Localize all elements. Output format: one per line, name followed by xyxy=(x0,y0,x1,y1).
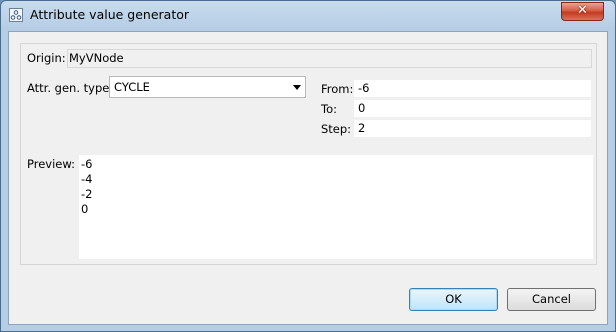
preview-value: -4 xyxy=(81,172,93,186)
to-label: To: xyxy=(321,102,337,116)
from-input[interactable]: -6 xyxy=(354,80,591,97)
attr-gen-type-select[interactable]: CYCLE xyxy=(109,76,306,98)
preview-label: Preview: xyxy=(27,157,76,171)
origin-field: MyVNode xyxy=(67,49,592,68)
dialog-window: Attribute value generator ✕ Origin: MyVN… xyxy=(0,0,616,332)
dialog-body: Origin: MyVNode Attr. gen. type: CYCLE F… xyxy=(8,31,608,325)
close-icon: ✕ xyxy=(577,3,588,18)
to-input[interactable]: 0 xyxy=(354,100,591,117)
close-button[interactable]: ✕ xyxy=(561,2,604,21)
title-bar[interactable]: Attribute value generator ✕ xyxy=(1,1,615,31)
window-title: Attribute value generator xyxy=(30,7,190,22)
from-label: From: xyxy=(321,82,354,96)
attr-gen-type-value: CYCLE xyxy=(114,80,150,94)
preview-value: 0 xyxy=(81,202,89,216)
attr-gen-type-label: Attr. gen. type: xyxy=(27,81,114,95)
origin-label: Origin: xyxy=(27,51,66,65)
preview-box[interactable]: -6 -4 -2 0 xyxy=(79,155,593,259)
chevron-down-icon xyxy=(293,85,301,90)
step-label: Step: xyxy=(321,122,352,136)
step-input[interactable]: 2 xyxy=(354,120,591,137)
ok-button[interactable]: OK xyxy=(409,288,498,311)
cancel-button[interactable]: Cancel xyxy=(507,288,596,311)
preview-value: -2 xyxy=(81,187,93,201)
preview-value: -6 xyxy=(81,157,93,171)
settings-group: Origin: MyVNode Attr. gen. type: CYCLE F… xyxy=(20,43,597,265)
generator-icon xyxy=(9,8,23,22)
